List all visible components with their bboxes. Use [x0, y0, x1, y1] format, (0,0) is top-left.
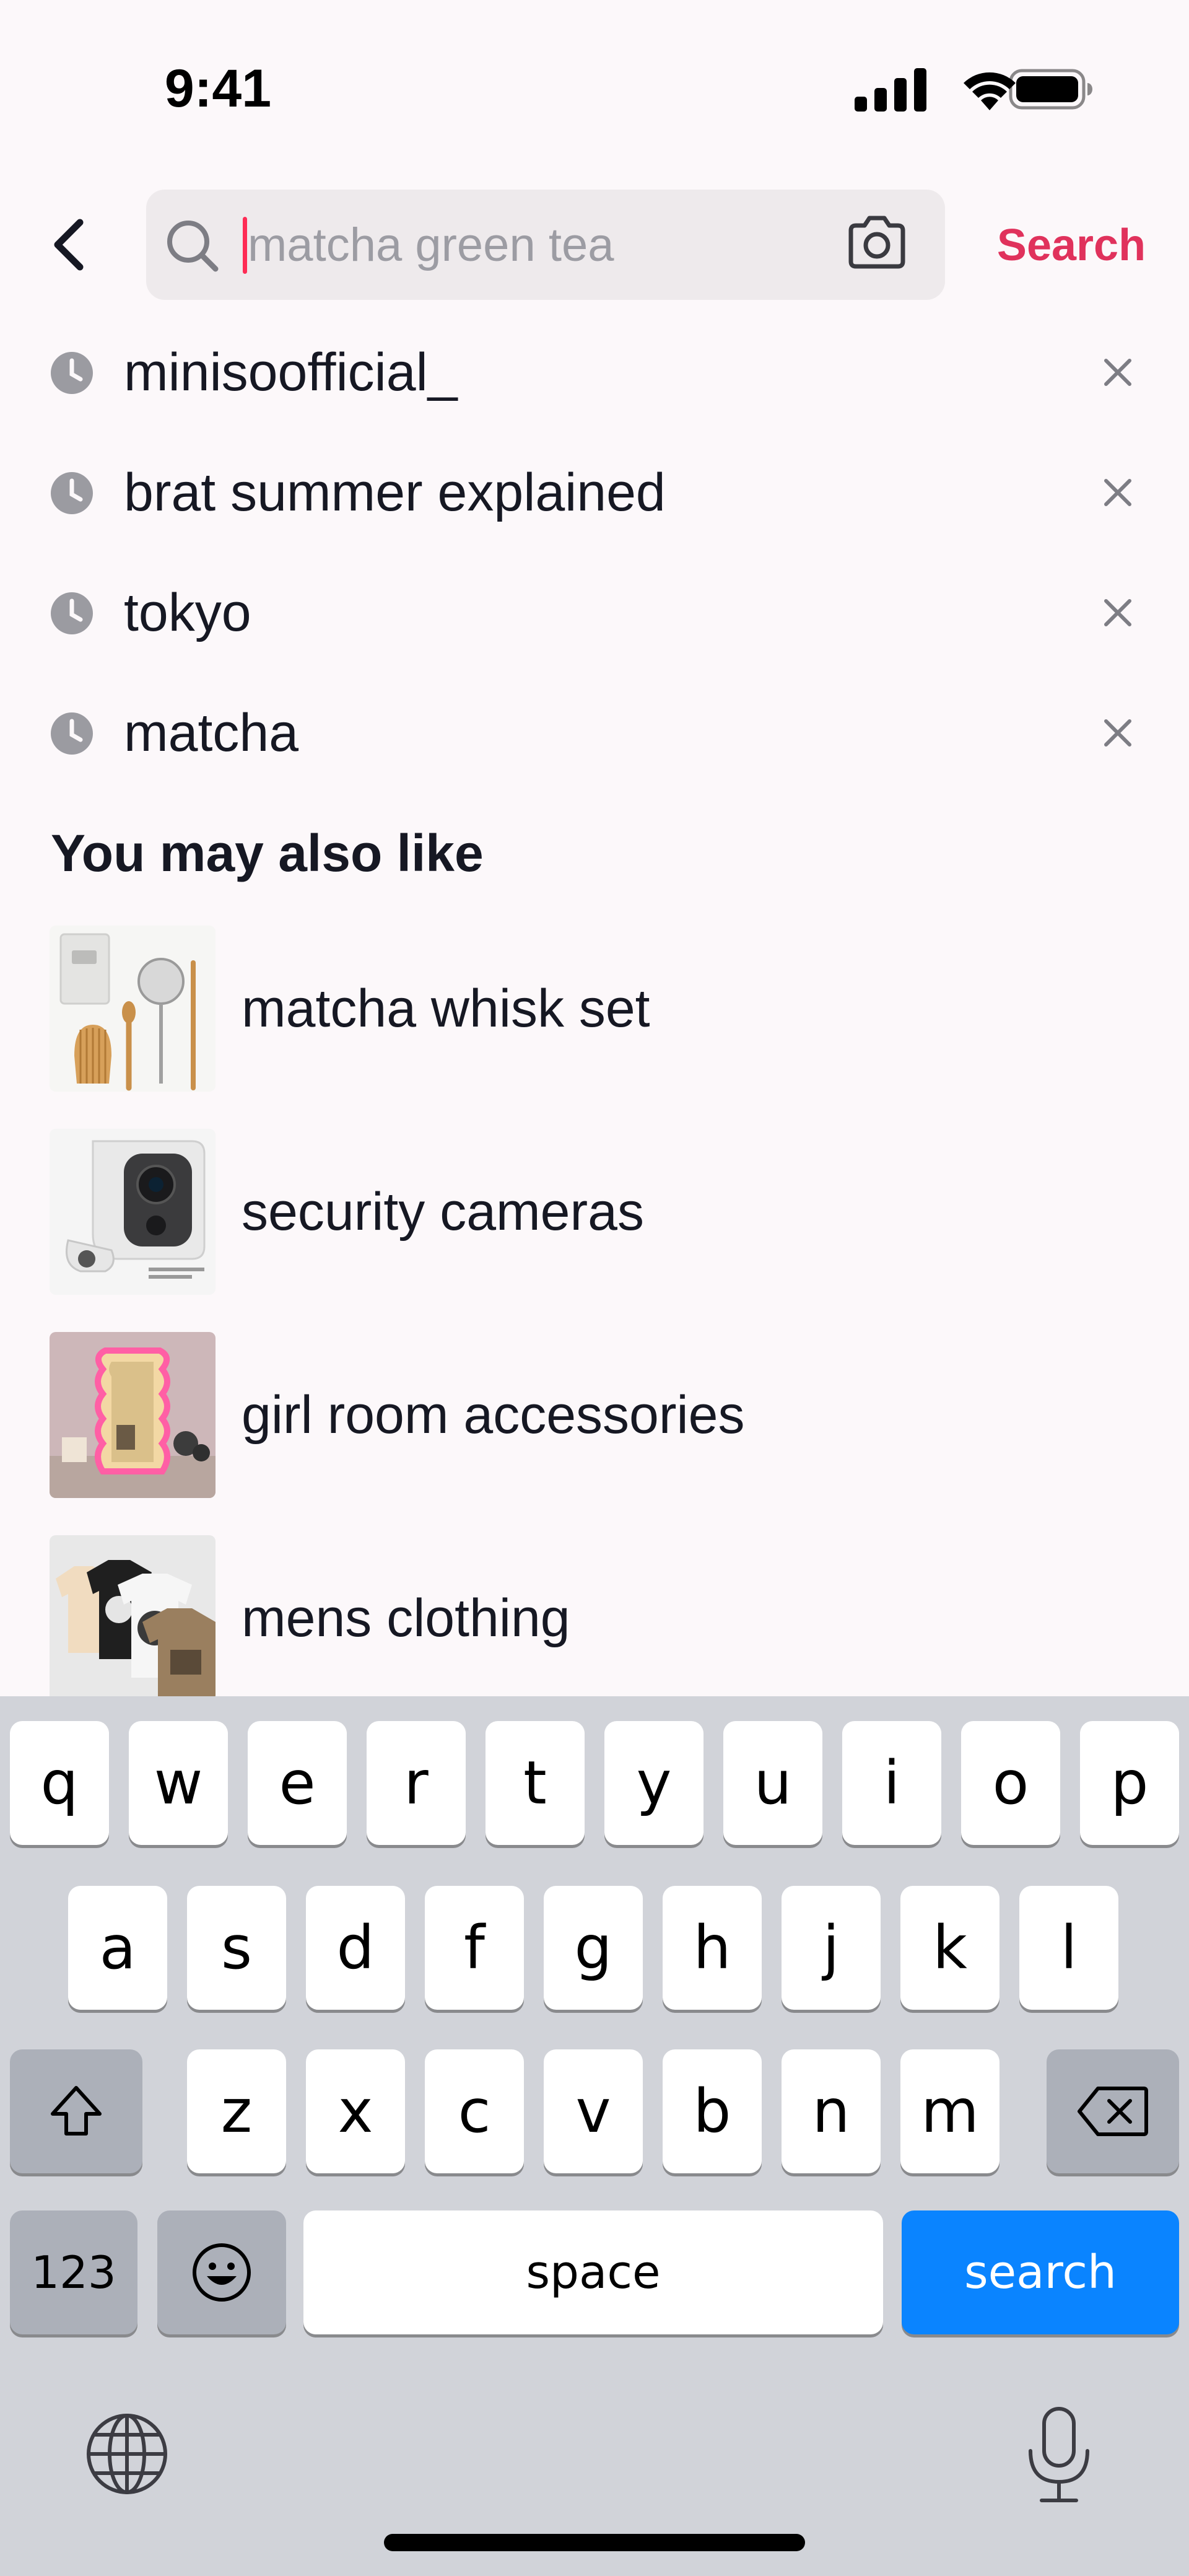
key-u[interactable]: u	[723, 1721, 822, 1845]
emoji-icon	[193, 2243, 251, 2302]
search-icon	[161, 214, 223, 276]
key-x[interactable]: x	[306, 2049, 405, 2173]
key-z[interactable]: z	[187, 2049, 286, 2173]
key-v[interactable]: v	[544, 2049, 643, 2173]
status-time: 9:41	[164, 59, 272, 118]
suggestion-label: matcha whisk set	[242, 979, 650, 1038]
emoji-key[interactable]	[157, 2210, 286, 2334]
status-icons-group	[855, 68, 1092, 112]
camera-icon[interactable]	[842, 208, 912, 278]
history-item[interactable]: brat summer explained	[0, 434, 1189, 551]
key-t[interactable]: t	[486, 1721, 585, 1845]
suggestion-item[interactable]: mens clothing	[0, 1522, 1189, 1701]
key-y[interactable]: y	[604, 1721, 703, 1845]
backspace-key[interactable]	[1047, 2049, 1179, 2173]
key-q[interactable]: q	[10, 1721, 109, 1845]
close-icon[interactable]	[1090, 344, 1146, 400]
key-m[interactable]: m	[900, 2049, 1000, 2173]
search-input[interactable]	[248, 198, 817, 291]
key-d[interactable]: d	[306, 1886, 405, 2010]
status-icons	[852, 64, 1094, 114]
suggestion-label: girl room accessories	[242, 1385, 745, 1445]
key-p[interactable]: p	[1080, 1721, 1179, 1845]
key-l[interactable]: l	[1019, 1886, 1118, 2010]
key-n[interactable]: n	[782, 2049, 881, 2173]
key-j[interactable]: j	[782, 1886, 881, 2010]
text-caret	[243, 217, 247, 274]
back-button[interactable]	[37, 204, 99, 285]
shift-key[interactable]	[10, 2049, 142, 2173]
history-item-label: tokyo	[124, 583, 251, 642]
security-camera-thumbnail	[50, 1129, 216, 1295]
history-item[interactable]: minisoofficial_	[0, 313, 1189, 431]
history-item[interactable]: matcha	[0, 674, 1189, 792]
key-c[interactable]: c	[425, 2049, 524, 2173]
neon-mirror-thumbnail	[50, 1332, 216, 1498]
key-o[interactable]: o	[961, 1721, 1060, 1845]
wifi-icon	[964, 72, 1016, 110]
home-indicator[interactable]	[384, 2534, 805, 2551]
key-h[interactable]: h	[663, 1886, 762, 2010]
space-key[interactable]: space	[303, 2210, 883, 2334]
suggestion-label: mens clothing	[242, 1588, 570, 1648]
key-f[interactable]: f	[425, 1886, 524, 2010]
history-item-label: brat summer explained	[124, 463, 666, 522]
key-a[interactable]: a	[68, 1886, 167, 2010]
matcha-whisk-set-thumbnail	[50, 926, 216, 1092]
key-b[interactable]: b	[663, 2049, 762, 2173]
suggestion-item[interactable]: matcha whisk set	[0, 912, 1189, 1092]
suggestion-item[interactable]: girl room accessories	[0, 1318, 1189, 1498]
key-g[interactable]: g	[544, 1886, 643, 2010]
on-screen-keyboard: q w e r t y u i o p a s d f g h j k l z …	[0, 1696, 1189, 2576]
cellular-signal-icon	[855, 68, 926, 112]
clock-icon	[51, 472, 93, 514]
search-button[interactable]: Search	[978, 208, 1164, 283]
key-r[interactable]: r	[367, 1721, 466, 1845]
history-item-label: matcha	[124, 703, 299, 763]
section-title: You may also like	[51, 824, 484, 882]
clock-icon	[51, 592, 93, 634]
microphone-icon[interactable]	[1016, 2403, 1102, 2508]
backspace-icon	[1078, 2087, 1148, 2136]
tshirts-thumbnail	[50, 1535, 216, 1701]
chevron-left-icon	[54, 219, 84, 271]
suggestion-item[interactable]: security cameras	[0, 1115, 1189, 1295]
key-w[interactable]: w	[129, 1721, 228, 1845]
shift-icon	[51, 2086, 102, 2136]
key-k[interactable]: k	[900, 1886, 1000, 2010]
key-s[interactable]: s	[187, 1886, 286, 2010]
battery-icon	[1009, 69, 1092, 110]
suggestion-label: security cameras	[242, 1182, 644, 1242]
clock-icon	[51, 712, 93, 755]
history-item-label: minisoofficial_	[124, 343, 458, 402]
globe-icon[interactable]	[81, 2407, 173, 2500]
key-e[interactable]: e	[248, 1721, 347, 1845]
clock-icon	[51, 352, 93, 394]
close-icon[interactable]	[1090, 585, 1146, 641]
key-i[interactable]: i	[842, 1721, 941, 1845]
close-icon[interactable]	[1090, 705, 1146, 761]
search-return-key[interactable]: search	[902, 2210, 1179, 2334]
numbers-key[interactable]: 123	[10, 2210, 137, 2334]
history-item[interactable]: tokyo	[0, 554, 1189, 672]
close-icon[interactable]	[1090, 465, 1146, 520]
